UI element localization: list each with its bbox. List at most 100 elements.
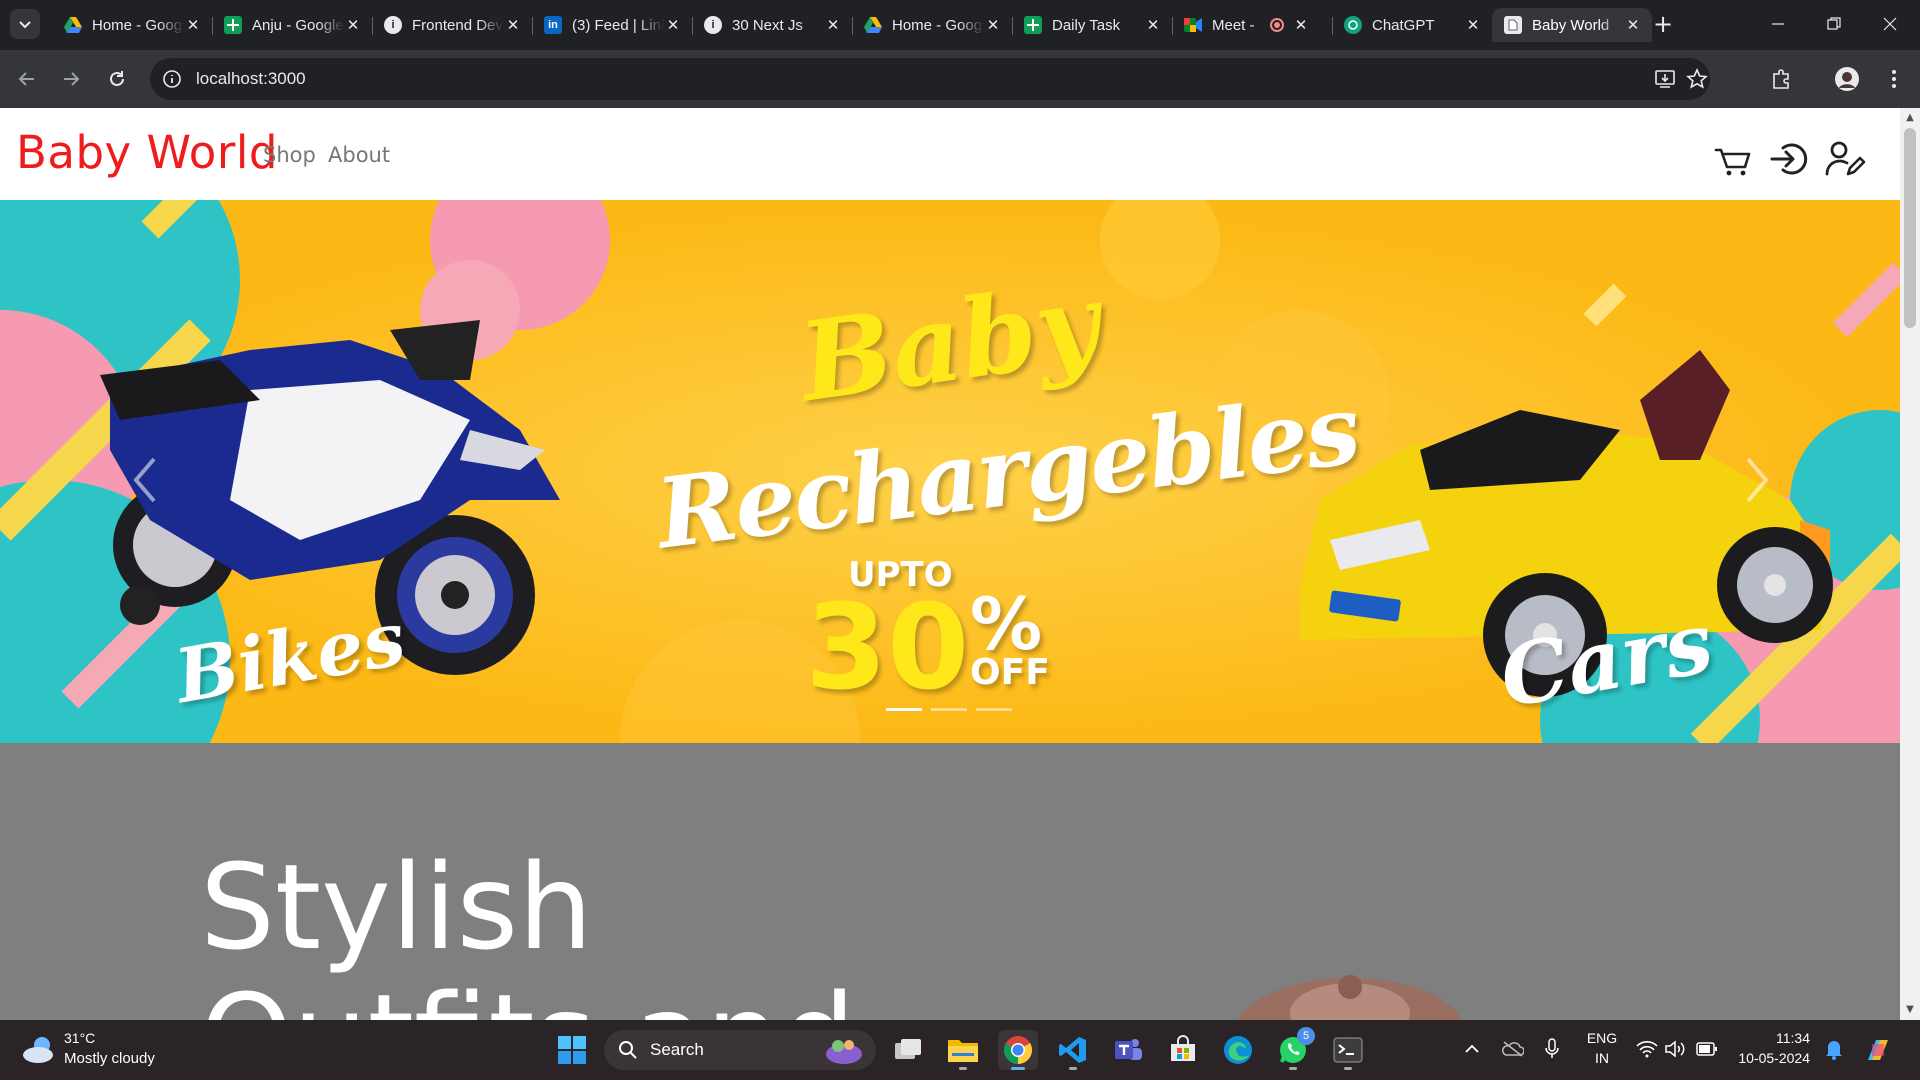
teams-icon [1115,1039,1142,1060]
close-icon[interactable]: ✕ [1144,16,1162,34]
tab-linkedin[interactable]: in (3) Feed | LinkedIn ✕ [532,8,692,42]
battery-icon[interactable] [1696,1041,1718,1057]
nav-link-about[interactable]: About [328,143,390,167]
site-info-icon[interactable] [162,69,182,89]
taskbar-store[interactable] [1163,1030,1203,1070]
tab-frontend-developer[interactable]: i Frontend Developer ✕ [372,8,532,42]
clock-date[interactable]: 10-05-2024 [1730,1050,1810,1066]
chrome-menu-icon[interactable] [1880,65,1908,93]
carousel-prev-icon[interactable] [130,455,160,505]
google-sheets-icon [224,16,242,34]
taskbar-whatsapp[interactable]: 5 [1273,1027,1315,1070]
close-icon[interactable]: ✕ [344,16,362,34]
task-view-icon [895,1039,921,1059]
tab-google-meet[interactable]: Meet - ✕ [1172,8,1332,42]
user-edit-icon[interactable] [1824,138,1866,180]
restore-icon[interactable] [1806,0,1862,48]
language-region[interactable]: IN [1580,1050,1624,1066]
running-indicator [959,1067,967,1070]
scroll-down-icon[interactable]: ▼ [1904,1004,1916,1016]
notification-bell-icon[interactable] [1825,1038,1843,1060]
start-button[interactable] [552,1030,592,1070]
info-icon: i [704,16,722,34]
address-bar[interactable]: localhost:3000 [150,58,1710,100]
tab-daily-task[interactable]: Daily Task ✕ [1012,8,1172,42]
close-icon[interactable]: ✕ [984,16,1002,34]
reload-icon[interactable] [102,64,132,94]
search-label: Search [650,1040,704,1059]
weather-description: Mostly cloudy [64,1050,155,1067]
chatgpt-icon [1344,16,1362,34]
tab-title: Frontend Developer [412,16,504,34]
recording-icon [1270,18,1284,32]
minimize-icon[interactable] [1750,0,1806,48]
brand-logo[interactable]: Baby World [16,126,278,179]
copilot-icon[interactable] [1862,1034,1894,1066]
tab-baby-world[interactable]: Baby World ✕ [1492,8,1652,42]
close-icon[interactable]: ✕ [664,16,682,34]
tab-google-drive-2[interactable]: Home - Google Drive ✕ [852,8,1012,42]
close-icon[interactable]: ✕ [504,16,522,34]
back-icon[interactable] [12,64,42,94]
tab-next-js[interactable]: i 30 Next Js ✕ [692,8,852,42]
forward-icon[interactable] [56,64,86,94]
carousel-next-icon[interactable] [1742,455,1772,505]
close-icon[interactable]: ✕ [1464,16,1482,34]
google-drive-icon [64,16,82,34]
carousel-indicator-2[interactable] [931,708,967,711]
cart-icon[interactable] [1712,138,1754,180]
wifi-icon[interactable] [1636,1040,1658,1058]
carousel-indicator-1[interactable] [886,708,922,711]
close-icon[interactable]: ✕ [1292,16,1310,34]
taskbar-task-view[interactable] [888,1030,928,1070]
scroll-thumb[interactable] [1904,128,1916,328]
linkedin-icon: in [544,16,562,34]
page-viewport: Baby World Shop About Baby Rechargebles … [0,108,1920,1020]
volume-icon[interactable] [1664,1040,1686,1058]
extensions-icon[interactable] [1767,65,1795,93]
taskbar-vscode[interactable] [1053,1030,1093,1070]
taskbar-teams[interactable] [1108,1030,1148,1070]
taskbar-search[interactable]: Search [604,1030,876,1070]
running-indicator [1344,1067,1352,1070]
folder-icon [948,1040,978,1062]
page-scrollbar[interactable]: ▲ ▼ [1900,108,1920,1020]
scroll-up-icon[interactable]: ▲ [1904,112,1916,124]
profile-avatar[interactable] [1833,65,1861,93]
login-icon[interactable] [1768,138,1810,180]
tab-title: Anju - Google Sheets [252,16,344,34]
hero-discount-value: 30 [805,578,970,716]
running-indicator [1069,1067,1077,1070]
language-code[interactable]: ENG [1580,1030,1624,1046]
carousel-indicator-3[interactable] [976,708,1012,711]
microphone-icon[interactable] [1544,1038,1560,1060]
hero-off: OFF [970,652,1050,693]
taskbar-chrome[interactable] [998,1030,1038,1070]
taskbar-terminal[interactable] [1328,1030,1368,1070]
promo-section: Stylish Outfits and [0,743,1900,1020]
google-sheets-icon [1024,16,1042,34]
onedrive-offline-icon[interactable] [1502,1040,1524,1058]
terminal-icon [1333,1037,1363,1063]
close-icon[interactable]: ✕ [184,16,202,34]
tab-chatgpt[interactable]: ChatGPT ✕ [1332,8,1492,42]
close-icon[interactable]: ✕ [1624,16,1642,34]
promo-title: Stylish Outfits and [200,838,856,1020]
tab-title: Home - Google Drive [92,16,184,34]
clock-time[interactable]: 11:34 [1730,1030,1810,1046]
bookmark-star-icon[interactable] [1686,68,1708,90]
window-close-icon[interactable] [1862,0,1918,48]
new-tab-button[interactable]: + [1650,11,1676,37]
tab-search-button[interactable] [10,9,40,39]
chevron-up-icon[interactable] [1464,1042,1480,1056]
close-icon[interactable]: ✕ [824,16,842,34]
tab-google-sheets[interactable]: Anju - Google Sheets ✕ [212,8,372,42]
hero-carousel[interactable]: Baby Rechargebles UPTO 30 % OFF Bikes Ca… [0,200,1900,743]
taskbar-edge[interactable] [1218,1030,1258,1070]
weather-widget[interactable]: 31°C Mostly cloudy [20,1028,190,1072]
tab-list: Home - Google Drive ✕ Anju - Google Shee… [52,8,1652,42]
install-app-icon[interactable] [1654,68,1676,90]
taskbar-file-explorer[interactable] [943,1030,983,1070]
nav-link-shop[interactable]: Shop [263,143,316,167]
tab-google-drive-1[interactable]: Home - Google Drive ✕ [52,8,212,42]
